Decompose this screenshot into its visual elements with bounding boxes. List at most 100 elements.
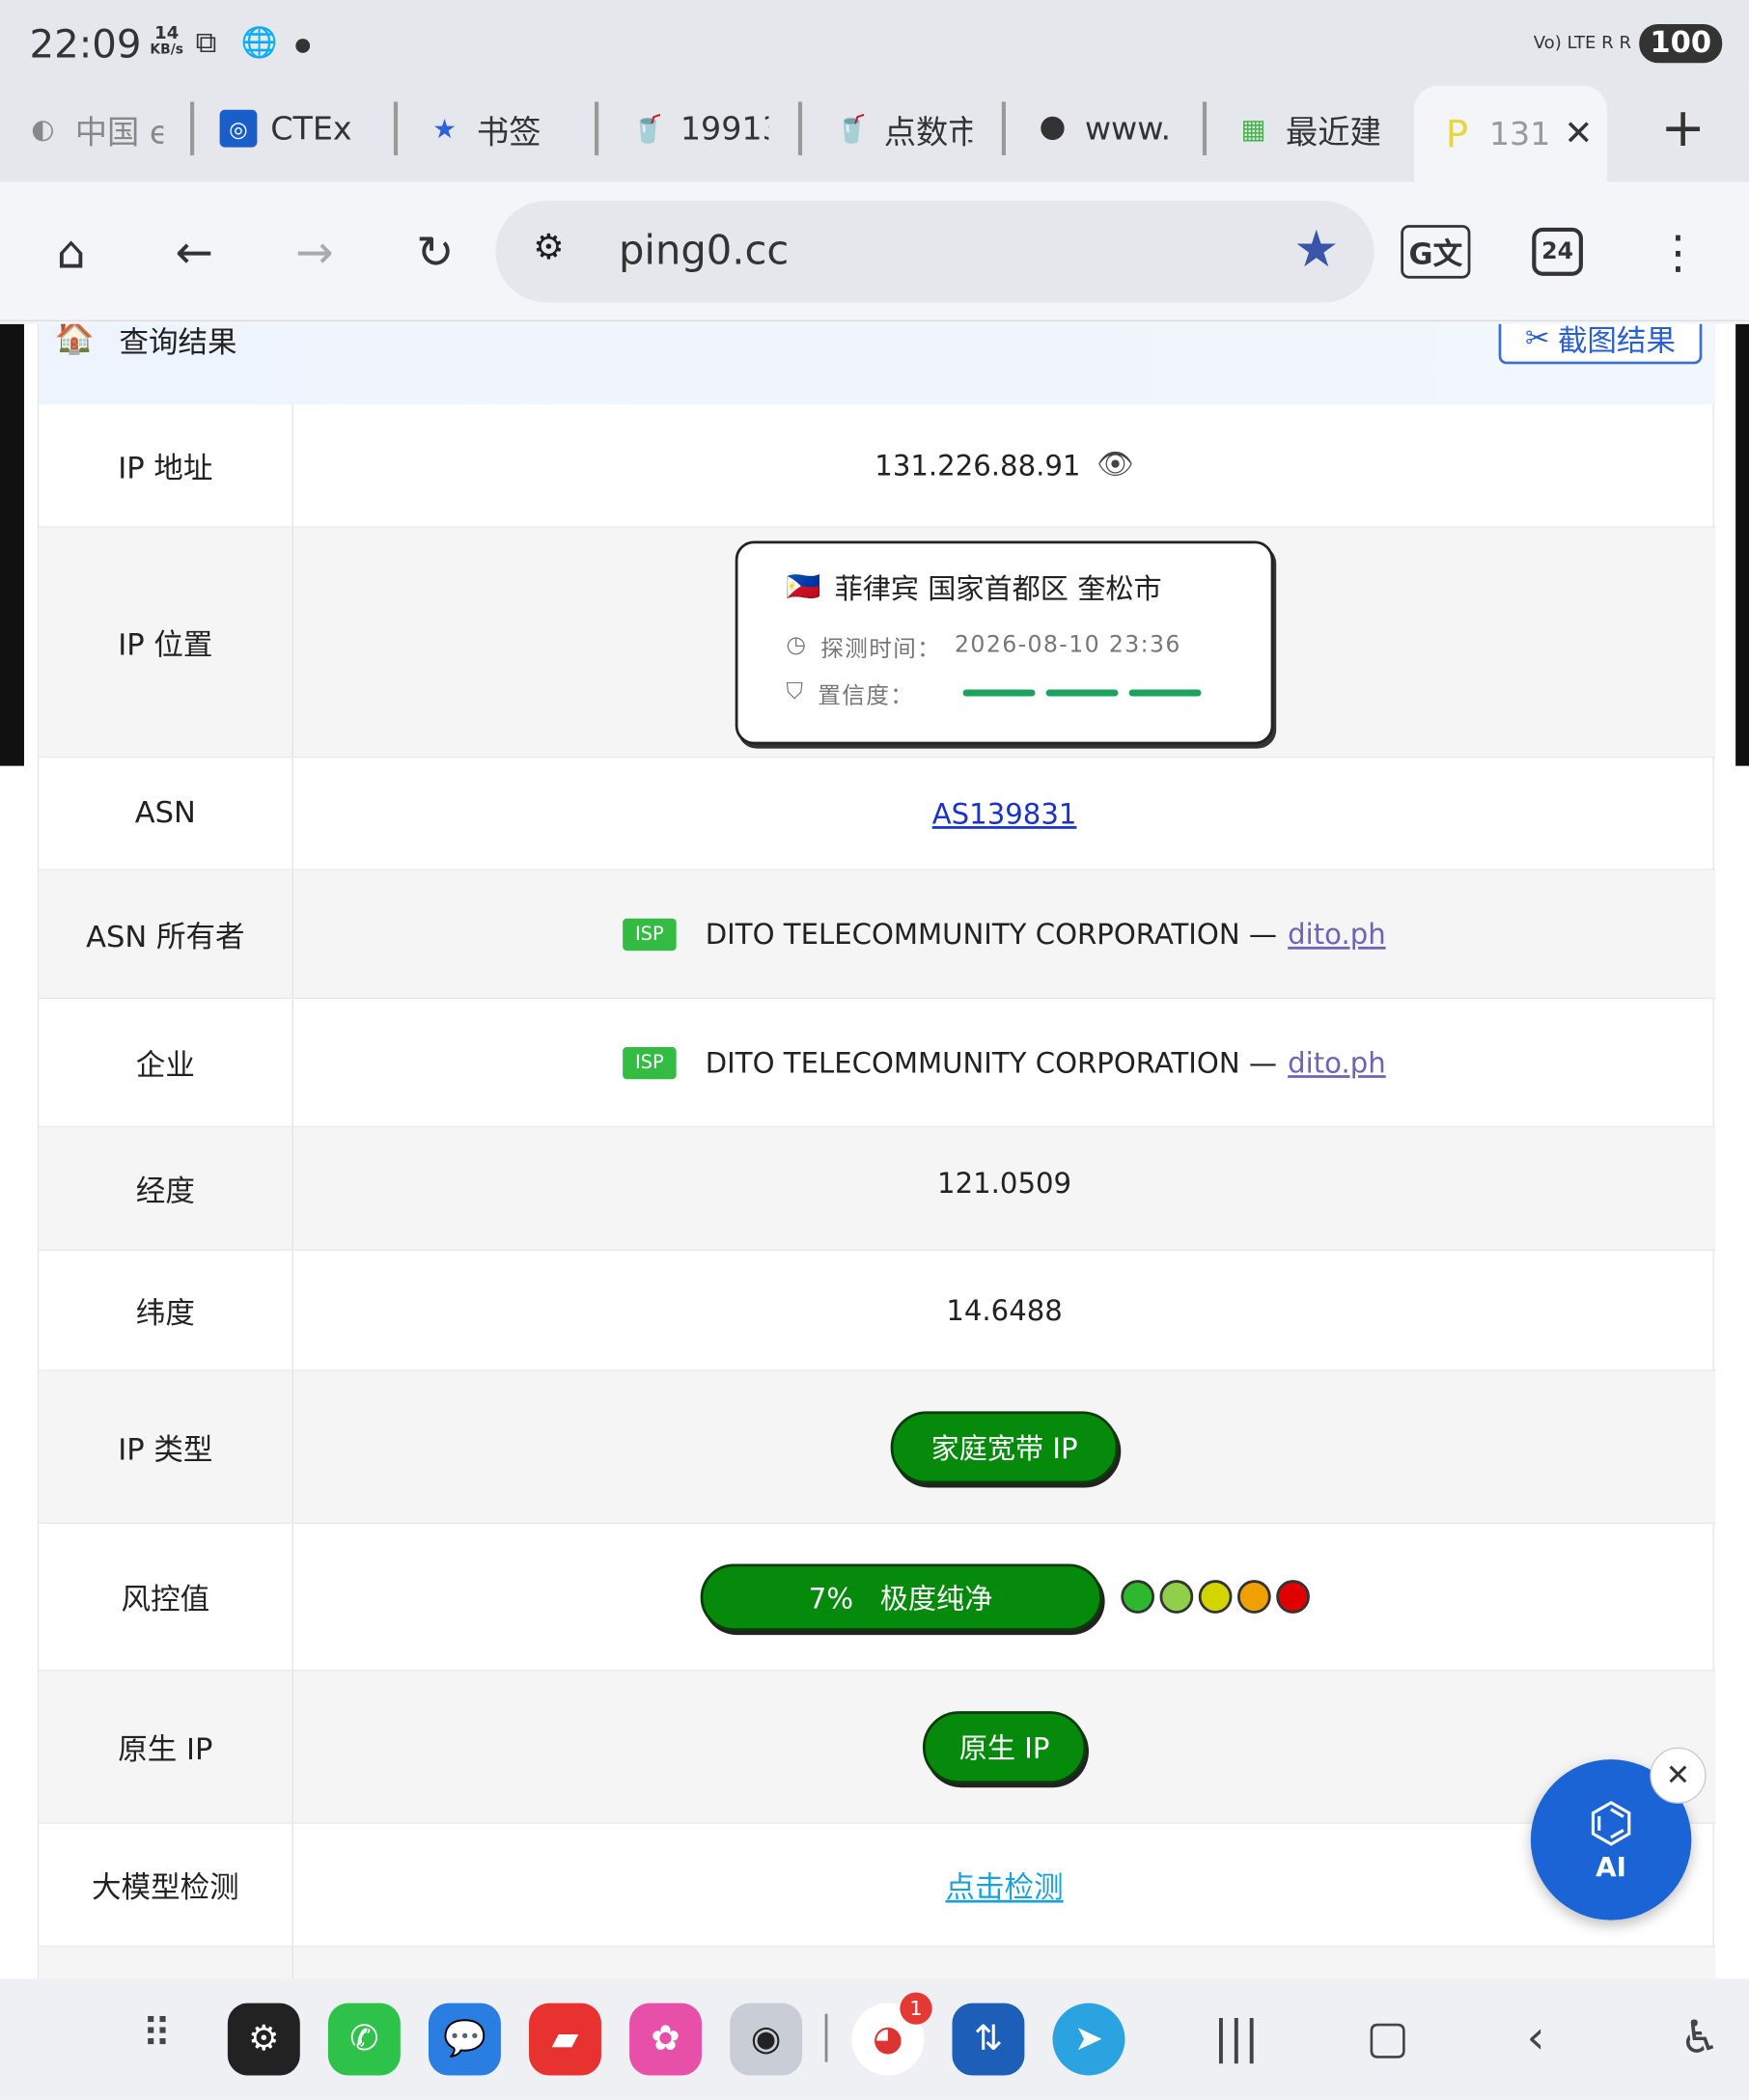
cup-icon: 🥤 <box>835 112 869 145</box>
row-value: ISP DITO TELECOMMUNITY CORPORATION — dit… <box>293 999 1715 1126</box>
risk-dot-4 <box>1236 1580 1270 1614</box>
tab-7[interactable]: ▦ 最近建 <box>1235 86 1380 172</box>
app-drawer-button[interactable]: ⠿ <box>142 2011 172 2059</box>
close-tab-icon[interactable]: ✕ <box>1564 114 1593 154</box>
site-settings-icon[interactable]: ⚙ <box>533 228 564 268</box>
back-button[interactable]: ← <box>160 220 227 287</box>
gear-icon: ⚙ <box>248 2019 280 2059</box>
row-longitude: 经度 121.0509 <box>39 1127 1716 1251</box>
gallery-app[interactable]: ✿ <box>629 2003 703 2076</box>
row-label: IP 类型 <box>39 1370 293 1523</box>
detect-link[interactable]: 点击检测 <box>946 1864 1064 1906</box>
row-label: 大模型检测 <box>39 1823 293 1946</box>
row-label: ASN <box>39 758 293 870</box>
risk-level-dots <box>1120 1580 1310 1614</box>
tab-1[interactable]: ◐ 中国 e <box>24 86 163 172</box>
settings-app[interactable]: ⚙ <box>227 2003 300 2076</box>
reload-button[interactable]: ↻ <box>402 220 468 287</box>
ai-close-button[interactable]: ✕ <box>1650 1747 1707 1804</box>
tab-8-active[interactable]: P 131 ✕ <box>1414 85 1607 182</box>
plus-icon: + <box>1660 97 1706 160</box>
tab-label: 书签 <box>476 113 541 152</box>
row-ip-type: IP 类型 家庭宽带 IP <box>39 1370 1716 1524</box>
row-label: 经度 <box>39 1127 293 1250</box>
card-title: 查询结果 <box>119 326 237 361</box>
back-nav-button[interactable]: ‹ <box>1527 2011 1545 2064</box>
new-tab-button[interactable]: + <box>1660 86 1719 172</box>
screenshot-label: 截图结果 <box>1557 325 1676 359</box>
tab-4[interactable]: 🥤 19913 <box>629 86 768 172</box>
eye-icon[interactable]: 👁 <box>1097 449 1134 483</box>
owner-name: DITO TELECOMMUNITY CORPORATION — <box>705 918 1278 951</box>
telegram-app[interactable]: ➤ <box>1052 2003 1125 2076</box>
row-value: ISP DITO TELECOMMUNITY CORPORATION — dit… <box>293 870 1715 998</box>
tab-label: 最近建 <box>1285 113 1380 152</box>
chrome-app[interactable]: ◕ 1 <box>851 1992 932 2076</box>
risk-score-pill: 7% 极度纯净 <box>699 1562 1102 1631</box>
tab-label: 中国 e <box>74 113 164 152</box>
enterprise-domain-link[interactable]: dito.ph <box>1288 1046 1386 1078</box>
probe-label: 探测时间： <box>820 635 942 663</box>
network-app[interactable]: ⇅ <box>952 2003 1025 2076</box>
tab-6[interactable]: 🌑 www. <box>1034 86 1176 172</box>
tab-2[interactable]: ◎ CTEx <box>219 86 365 172</box>
camera-app[interactable]: ◉ <box>730 2003 803 2076</box>
bookmark-star-icon[interactable]: ★ <box>1293 220 1339 279</box>
row-enterprise: 企业 ISP DITO TELECOMMUNITY CORPORATION — … <box>39 999 1716 1128</box>
tab-3[interactable]: ★ 书签 <box>426 86 573 172</box>
flag-icon: 🇵🇭 <box>786 570 821 603</box>
translate-icon: G文 <box>1408 237 1463 272</box>
asn-link[interactable]: AS139831 <box>932 797 1077 829</box>
url-text[interactable]: ping0.cc <box>619 228 789 275</box>
system-nav-bar: ⠿ ⚙ ✆ 💬 ▰ ✿ ◉ ◕ 1 ⇅ ➤ ||| ▢ ‹ ♿ <box>0 1978 1749 2100</box>
tab-switcher-button[interactable]: 24 <box>1532 227 1583 276</box>
grid-dots-icon: ⠿ <box>142 2010 172 2059</box>
network-speed: 14 KB/s <box>150 23 183 59</box>
row-label: 企业 <box>39 999 293 1126</box>
messages-app[interactable]: 💬 <box>428 2003 501 2076</box>
longitude-value: 121.0509 <box>937 1167 1072 1201</box>
row-label: ASN 所有者 <box>39 870 293 998</box>
clock: 22:09 <box>29 21 142 68</box>
chat-icon: 💬 <box>442 2019 486 2059</box>
notes-app[interactable]: ▰ <box>529 2003 601 2076</box>
tab-5[interactable]: 🥤 点数市 <box>833 86 972 172</box>
speed-value: 14 <box>154 23 180 44</box>
row-value: 131.226.88.91 👁 <box>293 404 1715 526</box>
robot-icon: ⌬ <box>1587 1792 1635 1855</box>
tab-count: 24 <box>1541 237 1574 265</box>
owner-domain-link[interactable]: dito.ph <box>1288 918 1386 950</box>
risk-dot-1 <box>1120 1580 1154 1614</box>
risk-dot-3 <box>1198 1580 1232 1614</box>
row-label: 纬度 <box>39 1250 293 1370</box>
phone-app[interactable]: ✆ <box>327 2003 401 2076</box>
signal-icon: Vo) LTE R R <box>1533 33 1631 54</box>
row-next <box>39 1947 1716 1979</box>
translate-button[interactable]: G文 <box>1401 225 1471 279</box>
ip-address-value[interactable]: 131.226.88.91 <box>874 449 1080 481</box>
note-icon: ▰ <box>551 2019 579 2059</box>
status-bar: 22:09 14 KB/s ⧉ 🌐 ● Vo) LTE R R 100 <box>0 0 1749 86</box>
recents-button[interactable]: ||| <box>1213 2011 1260 2064</box>
row-llm-detect: 大模型检测 点击检测 <box>39 1823 1716 1948</box>
home-icon: ⌂ <box>56 226 86 280</box>
row-label: IP 位置 <box>39 527 293 757</box>
forward-button[interactable]: → <box>281 220 347 287</box>
tab-label: 19913 <box>680 109 769 148</box>
home-button[interactable]: ⌂ <box>38 220 104 287</box>
confidence-bars <box>962 688 1202 696</box>
accessibility-button[interactable]: ♿ <box>1680 2011 1720 2064</box>
back-arrow-icon: ← <box>175 226 213 280</box>
home-nav-button[interactable]: ▢ <box>1366 2011 1409 2064</box>
phone-icon: ✆ <box>349 2019 379 2059</box>
notification-badge: 1 <box>900 1992 932 2025</box>
battery-indicator: 100 <box>1639 23 1723 64</box>
reload-icon: ↻ <box>416 226 455 280</box>
screenshot-button[interactable]: ✂ 截图结果 <box>1498 323 1703 365</box>
screenshot-icon: ⧉ <box>195 26 217 61</box>
address-bar[interactable]: ⚙ ping0.cc ★ <box>495 201 1374 303</box>
row-value: 家庭宽带 IP <box>293 1371 1715 1523</box>
menu-button[interactable]: ⋮ <box>1645 220 1711 287</box>
row-risk: 风控值 7% 极度纯净 <box>39 1523 1716 1672</box>
p-icon: P <box>1445 111 1469 156</box>
